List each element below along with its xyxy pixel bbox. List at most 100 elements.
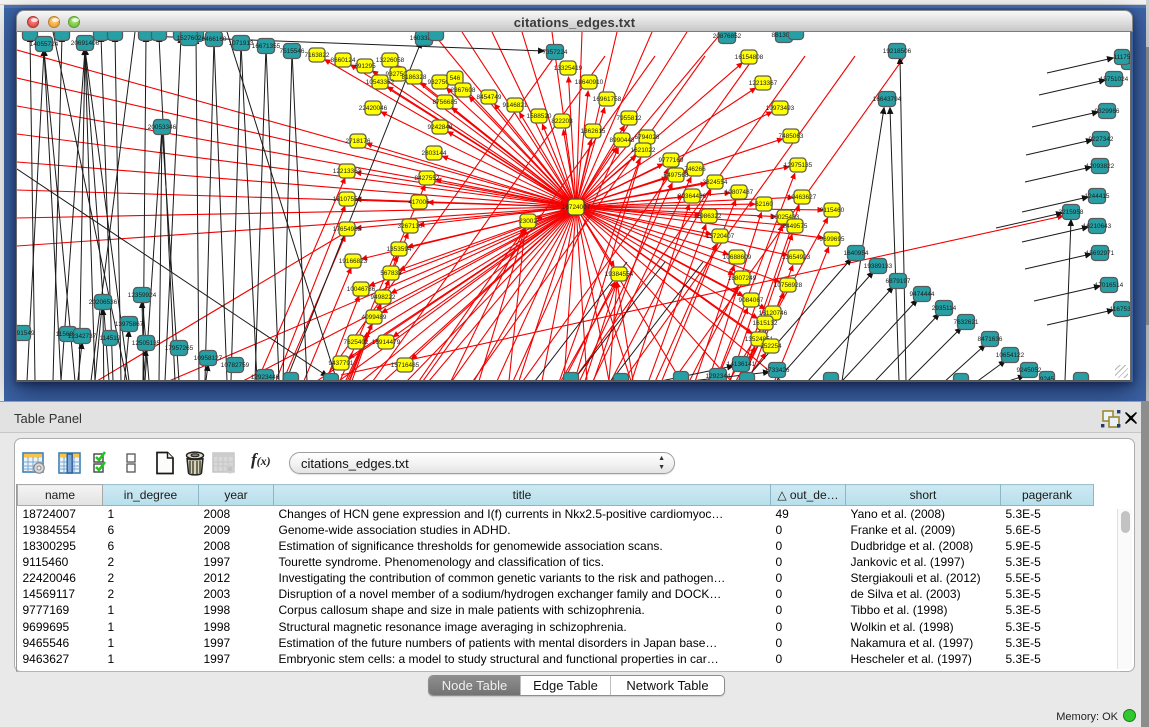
svg-text:7163822: 7163822 [305, 52, 330, 59]
svg-text:9242848: 9242848 [428, 124, 453, 131]
svg-text:9437791: 9437791 [329, 360, 354, 367]
svg-text:10654122: 10654122 [996, 352, 1025, 359]
svg-text:13325419: 13325419 [554, 65, 583, 72]
svg-text:1071913: 1071913 [229, 40, 254, 47]
svg-text:20691406: 20691406 [71, 40, 100, 47]
svg-text:19166823: 19166823 [339, 258, 368, 265]
svg-text:9777169: 9777169 [659, 157, 684, 164]
svg-text:12213363: 12213363 [333, 168, 362, 175]
svg-text:7515546: 7515546 [280, 48, 305, 55]
svg-text:3215958: 3215958 [1059, 209, 1084, 216]
svg-text:12342737: 12342737 [68, 333, 97, 340]
svg-text:20876852: 20876852 [713, 33, 742, 40]
svg-text:13975867: 13975867 [115, 321, 144, 328]
svg-text:12505135: 12505135 [132, 340, 161, 347]
svg-text:8471636: 8471636 [978, 336, 1003, 343]
svg-text:10973493: 10973493 [766, 105, 795, 112]
svg-text:10807487: 10807487 [725, 189, 754, 196]
svg-text:16643794: 16643794 [873, 96, 902, 103]
svg-text:8427552: 8427552 [415, 175, 440, 182]
svg-text:20053346: 20053346 [148, 124, 177, 131]
svg-text:1527602: 1527602 [177, 35, 202, 42]
svg-text:12923446: 12923446 [251, 374, 280, 381]
svg-text:9245: 9245 [1040, 376, 1055, 381]
svg-text:1362615: 1362615 [581, 128, 606, 135]
svg-text:1588520: 1588520 [527, 113, 552, 120]
svg-text:13226058: 13226058 [376, 57, 405, 64]
svg-text:10958127: 10958127 [194, 355, 223, 362]
svg-text:6466160: 6466160 [202, 36, 227, 43]
svg-text:17957265: 17957265 [165, 345, 194, 352]
svg-text:10688609: 10688609 [723, 254, 752, 261]
svg-text:7625402: 7625402 [344, 339, 369, 346]
svg-text:19463627: 19463627 [788, 194, 817, 201]
svg-text:8454749: 8454749 [477, 94, 502, 101]
svg-text:20206536: 20206536 [89, 299, 118, 306]
svg-text:546: 546 [450, 75, 461, 82]
svg-text:3824554: 3824554 [703, 179, 728, 186]
svg-text:17654985: 17654985 [333, 226, 362, 233]
svg-text:16961758: 16961758 [593, 96, 622, 103]
svg-text:891295: 891295 [354, 63, 376, 70]
svg-text:1167534: 1167534 [1110, 306, 1131, 313]
svg-text:16210643: 16210643 [1083, 223, 1112, 230]
svg-text:7632621: 7632621 [954, 319, 979, 326]
svg-text:20364436: 20364436 [678, 193, 707, 200]
svg-text:9084067: 9084067 [739, 297, 764, 304]
svg-text:7485063: 7485063 [779, 133, 804, 140]
svg-text:14136141: 14136141 [727, 361, 756, 368]
svg-text:9498222: 9498222 [371, 294, 396, 301]
svg-text:18807249: 18807249 [728, 275, 757, 282]
svg-text:8660124: 8660124 [331, 57, 356, 64]
svg-text:62160: 62160 [755, 201, 773, 208]
svg-text:15692971: 15692971 [1086, 250, 1115, 257]
svg-text:23002: 23002 [519, 218, 537, 225]
svg-text:1621022: 1621022 [631, 147, 656, 154]
svg-text:9391549: 9391549 [17, 330, 35, 337]
svg-text:2935114: 2935114 [932, 305, 957, 312]
svg-text:2718176: 2718176 [346, 138, 371, 145]
svg-text:4099489: 4099489 [362, 314, 387, 321]
svg-text:15751024: 15751024 [1100, 76, 1129, 83]
svg-text:10046786: 10046786 [347, 286, 376, 293]
svg-text:2803144: 2803144 [422, 150, 447, 157]
svg-text:7955812: 7955812 [617, 115, 642, 122]
svg-text:9227342: 9227342 [1089, 136, 1114, 143]
svg-text:16671355: 16671355 [252, 43, 281, 50]
svg-text:822203: 822203 [551, 118, 573, 125]
svg-text:9474444: 9474444 [910, 291, 935, 298]
svg-text:14055724: 14055724 [30, 41, 59, 48]
svg-text:16914479: 16914479 [372, 339, 401, 346]
svg-text:2449575: 2449575 [783, 223, 808, 230]
svg-text:17016514: 17016514 [1095, 282, 1124, 289]
svg-text:19384554: 19384554 [605, 271, 634, 278]
svg-text:252254: 252254 [760, 343, 782, 350]
svg-text:2867608: 2867608 [451, 87, 476, 94]
svg-text:18724007: 18724007 [562, 204, 591, 211]
svg-text:6497568: 6497568 [664, 172, 689, 179]
svg-text:13654923: 13654923 [782, 254, 811, 261]
svg-text:9245052: 9245052 [1017, 367, 1042, 374]
svg-text:10782759: 10782759 [221, 362, 250, 369]
svg-text:1640954: 1640954 [844, 250, 869, 257]
svg-text:12975135: 12975135 [784, 162, 813, 169]
svg-text:8990448: 8990448 [610, 137, 635, 144]
svg-text:9329966: 9329966 [1095, 108, 1120, 115]
svg-text:10543362: 10543362 [366, 79, 395, 86]
svg-text:16107553: 16107553 [333, 196, 362, 203]
svg-text:7986322: 7986322 [697, 213, 722, 220]
svg-text:12213367: 12213367 [749, 80, 778, 87]
svg-text:114519: 114519 [100, 335, 121, 342]
svg-text:16154808: 16154808 [735, 54, 764, 61]
svg-text:18640910: 18640910 [575, 79, 604, 86]
svg-text:9146821: 9146821 [503, 102, 528, 109]
svg-text:12359924: 12359924 [128, 292, 157, 299]
svg-text:3267130: 3267130 [398, 223, 423, 230]
svg-text:10756928: 10756928 [774, 282, 803, 289]
svg-text:1244415: 1244415 [1085, 193, 1110, 200]
svg-text:8756685: 8756685 [433, 99, 458, 106]
svg-text:417006: 417006 [408, 199, 430, 206]
svg-text:6879197: 6879197 [886, 278, 911, 285]
svg-text:7357224: 7357224 [543, 49, 568, 56]
svg-text:9115460: 9115460 [820, 207, 845, 214]
